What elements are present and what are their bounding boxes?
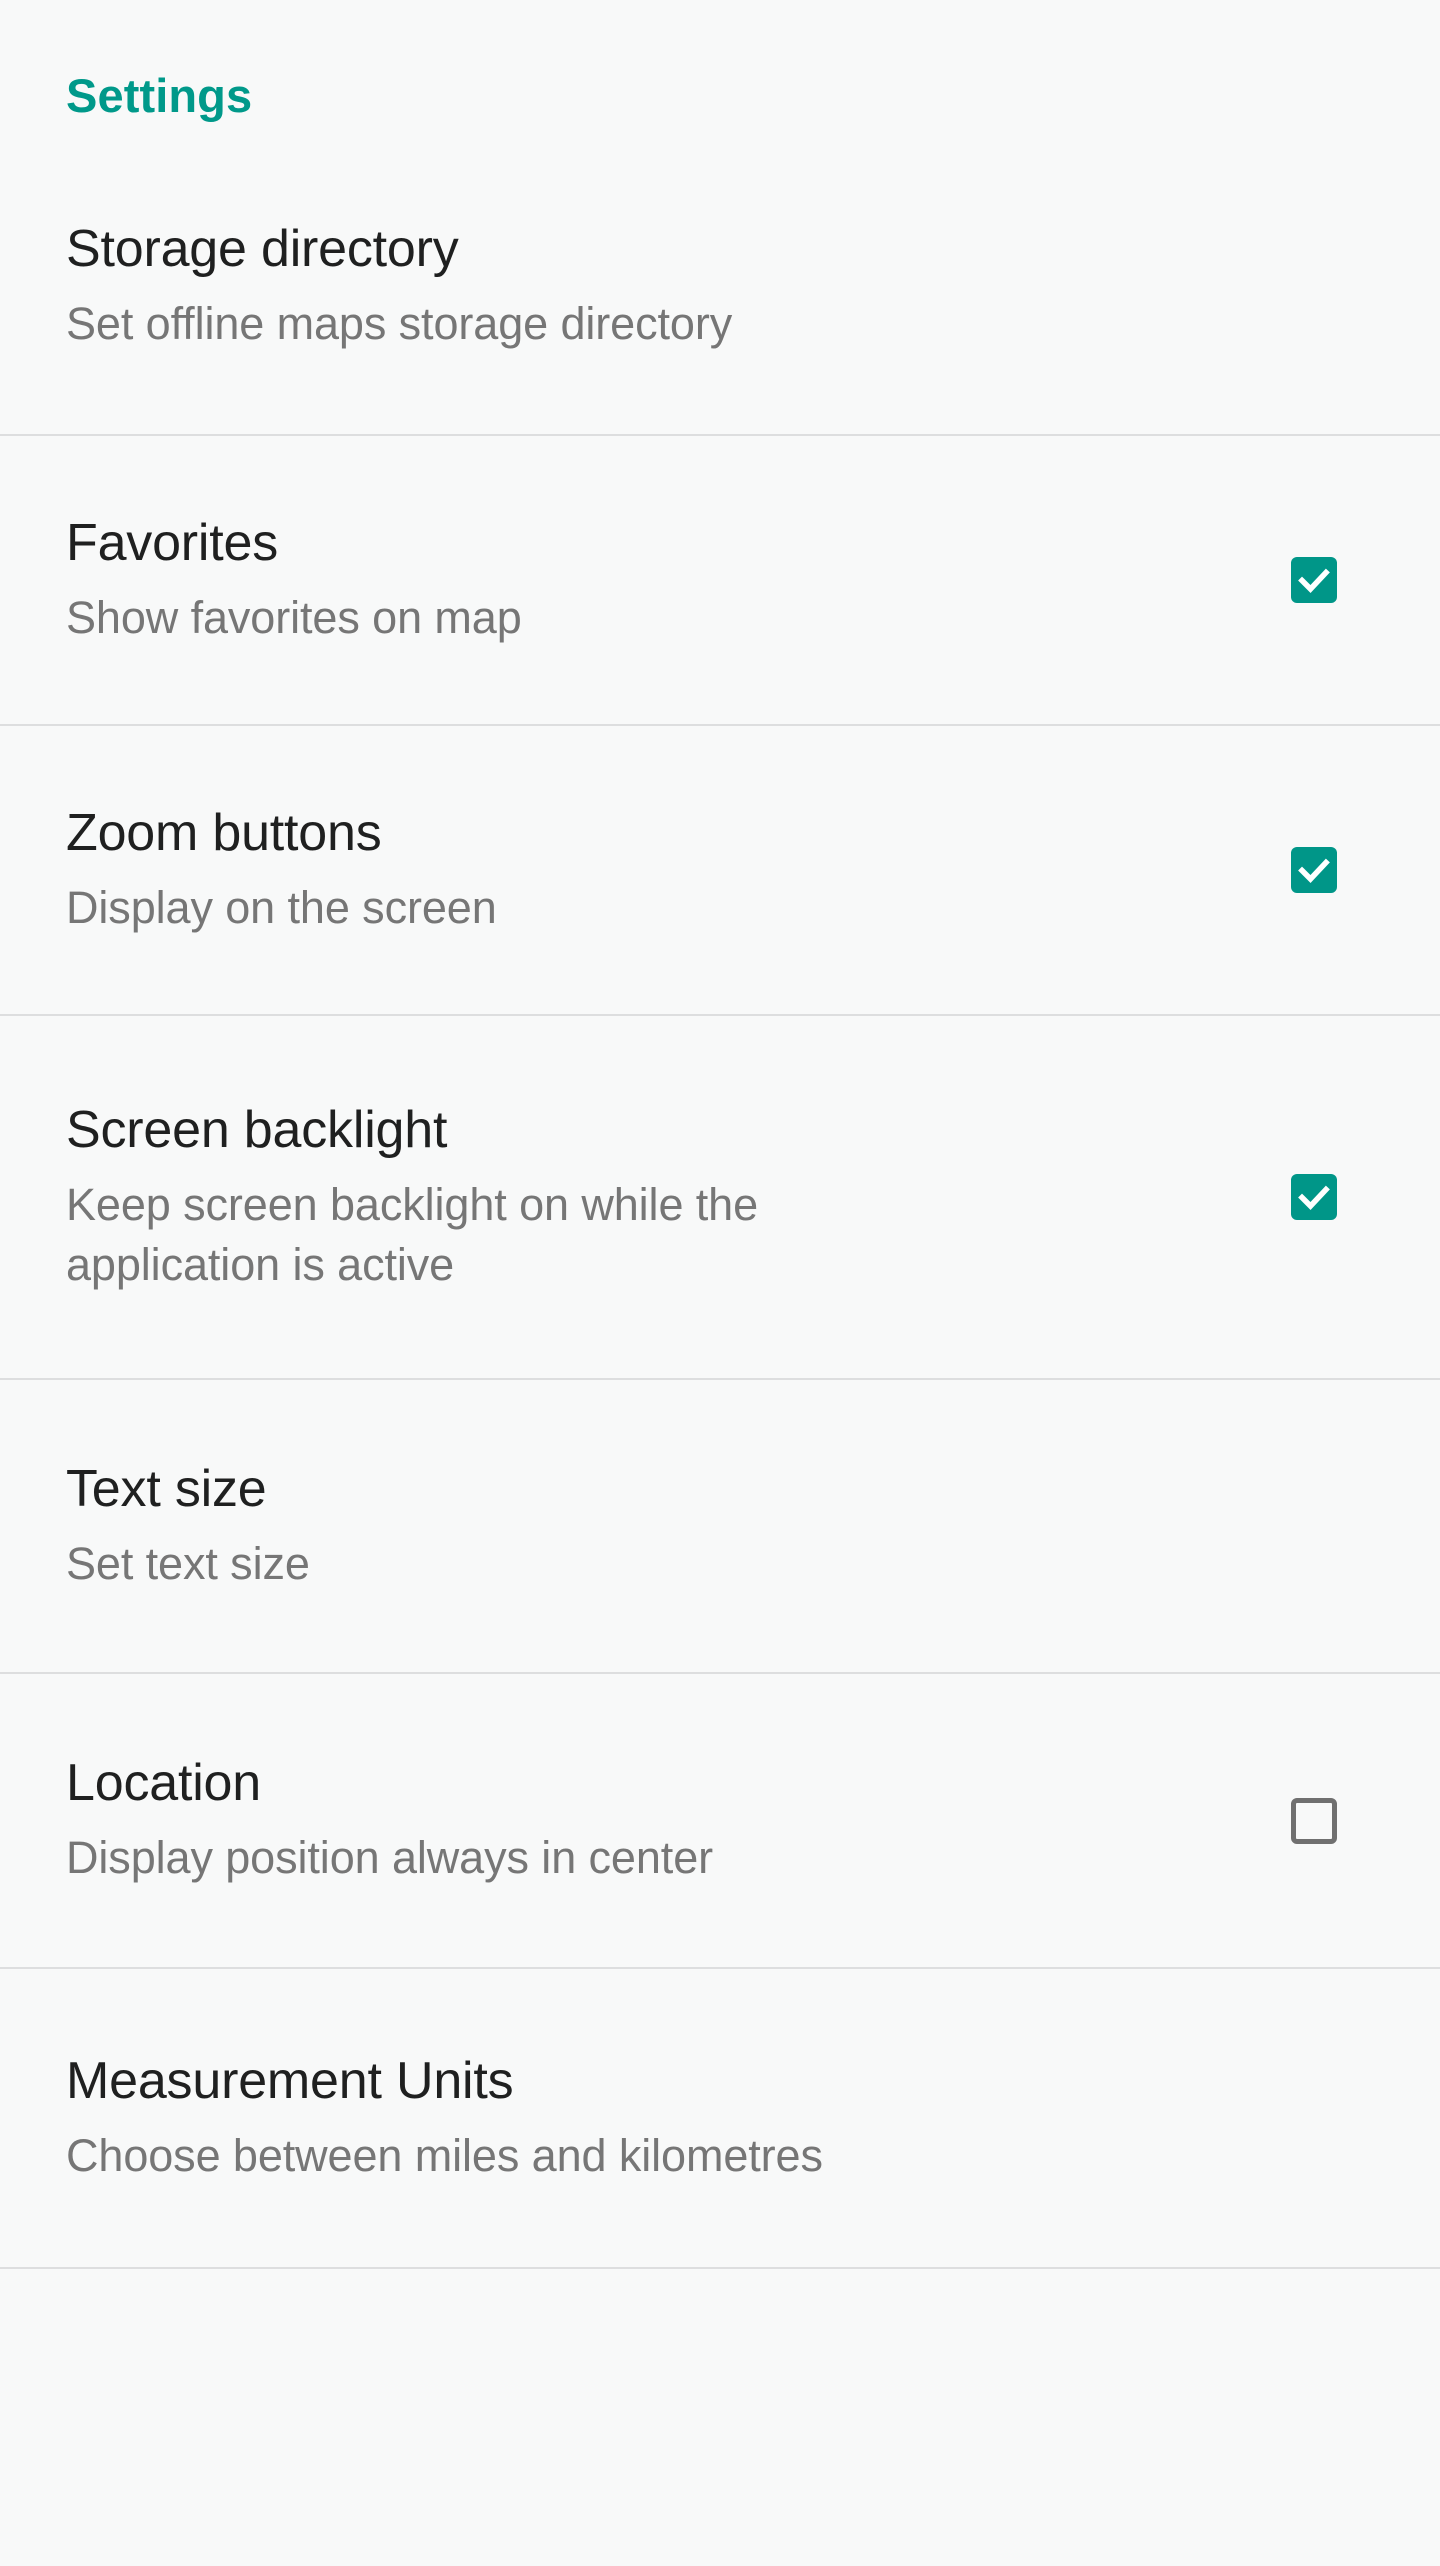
preference-title: Zoom buttons: [66, 803, 382, 862]
checkbox-screen-backlight[interactable]: [1291, 1174, 1337, 1220]
settings-screen: Settings Storage directory Set offline m…: [0, 0, 1440, 2566]
preference-text-block: Screen backlight Keep screen backlight o…: [66, 1100, 1254, 1294]
preference-summary: Show favorites on map: [66, 591, 522, 643]
preference-text-block: Text size Set text size: [66, 1459, 1374, 1594]
page-header: Settings: [0, 0, 1440, 138]
preference-title: Text size: [66, 1459, 267, 1518]
preference-text-block: Favorites Show favorites on map: [66, 513, 1254, 648]
preference-title: Location: [66, 1754, 261, 1813]
checkbox-favorites[interactable]: [1291, 557, 1337, 603]
preference-row-measurement-units[interactable]: Measurement Units Choose between miles a…: [0, 1969, 1440, 2267]
page-title: Settings: [66, 69, 253, 122]
preference-list: Storage directory Set offline maps stora…: [0, 138, 1440, 2269]
preference-text-block: Measurement Units Choose between miles a…: [66, 2051, 1374, 2186]
preference-summary: Display position always in center: [66, 1832, 714, 1884]
preference-summary: Set text size: [66, 1537, 310, 1589]
preference-widget-slot: [1254, 1797, 1374, 1844]
preference-text-block: Storage directory Set offline maps stora…: [66, 219, 1374, 354]
preference-row-location[interactable]: Location Display position always in cent…: [0, 1674, 1440, 1967]
preference-widget-slot: [1254, 557, 1374, 603]
preference-text-block: Zoom buttons Display on the screen: [66, 803, 1254, 938]
preference-summary: Set offline maps storage directory: [66, 297, 733, 349]
preference-row-storage-directory[interactable]: Storage directory Set offline maps stora…: [0, 138, 1440, 434]
preference-title: Favorites: [66, 513, 279, 572]
empty-list-space: [0, 2269, 1440, 2566]
preference-summary: Display on the screen: [66, 881, 497, 933]
preference-widget-slot: [1254, 1174, 1374, 1220]
preference-row-text-size[interactable]: Text size Set text size: [0, 1380, 1440, 1672]
preference-row-favorites[interactable]: Favorites Show favorites on map: [0, 436, 1440, 724]
preference-title: Measurement Units: [66, 2051, 514, 2110]
preference-title: Screen backlight: [66, 1100, 448, 1159]
checkbox-location[interactable]: [1291, 1797, 1337, 1844]
preference-text-block: Location Display position always in cent…: [66, 1753, 1254, 1888]
preference-widget-slot: [1254, 847, 1374, 893]
preference-title: Storage directory: [66, 219, 459, 278]
preference-summary: Choose between miles and kilometres: [66, 2129, 823, 2181]
preference-summary: Keep screen backlight on while the appli…: [66, 1179, 759, 1290]
checkbox-zoom-buttons[interactable]: [1291, 847, 1337, 893]
preference-row-zoom-buttons[interactable]: Zoom buttons Display on the screen: [0, 726, 1440, 1014]
preference-row-screen-backlight[interactable]: Screen backlight Keep screen backlight o…: [0, 1016, 1440, 1378]
